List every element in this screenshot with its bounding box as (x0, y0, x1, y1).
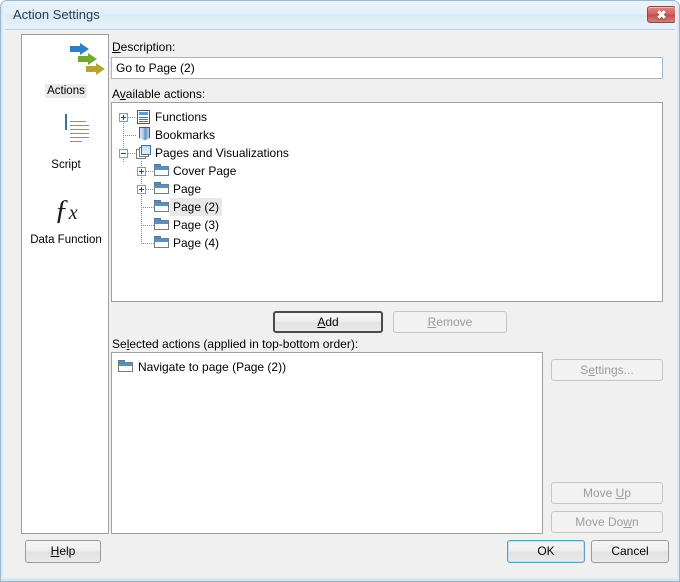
description-input[interactable] (111, 57, 663, 79)
tree-item-page[interactable]: Page (154, 180, 204, 198)
tree-connector (146, 171, 154, 172)
tree-expander-cover-page[interactable] (137, 167, 146, 176)
move-down-button-label: Move Down (575, 515, 639, 529)
sidebar-item-script-label: Script (51, 159, 81, 171)
bookmark-icon (136, 127, 152, 144)
fx-function-icon: ƒx (54, 194, 78, 226)
tree-item-page-4[interactable]: Page (4) (154, 234, 222, 252)
tree-connector (146, 189, 154, 190)
tree-item-cover-page[interactable]: Cover Page (154, 162, 239, 180)
tree-connector (123, 135, 136, 136)
cancel-button[interactable]: Cancel (591, 540, 669, 563)
remove-button-label: Remove (427, 315, 473, 329)
folder-icon (154, 218, 170, 235)
tree-item-label: Bookmarks (155, 128, 216, 142)
sidebar-item-data-function-label: Data Function (30, 234, 102, 246)
close-icon: ✖ (656, 8, 667, 22)
tree-item-label: Page (3) (173, 218, 220, 232)
sidebar-item-data-function[interactable]: ƒx Data Function (22, 190, 110, 247)
tree-item-functions[interactable]: Functions (136, 108, 210, 126)
tree-connector (128, 153, 136, 154)
tree-item-label: Functions (155, 110, 208, 124)
list-item[interactable]: Navigate to page (Page (2)) (118, 358, 286, 376)
tree-item-label: Cover Page (173, 164, 237, 178)
help-button-label: Help (50, 544, 76, 558)
folder-icon (154, 182, 170, 199)
selected-actions-list[interactable]: Navigate to page (Page (2)) (111, 352, 543, 534)
available-actions-label: Available actions: (112, 87, 206, 101)
move-up-button[interactable]: Move Up (551, 482, 663, 504)
folder-icon (118, 360, 134, 377)
tree-item-bookmarks[interactable]: Bookmarks (136, 126, 218, 144)
tree-item-label: Pages and Visualizations (155, 146, 289, 160)
tree-item-label: Page (4) (173, 236, 220, 250)
dialog-client-area: Actions Script ƒx Data Function Descript… (5, 30, 677, 578)
title-bar: Action Settings ✖ (1, 1, 679, 30)
window-title: Action Settings (13, 7, 100, 22)
pages-icon (136, 145, 152, 162)
tree-connector (141, 243, 154, 244)
folder-icon (154, 236, 170, 253)
tree-item-label: Page (2) (170, 198, 223, 216)
move-down-button[interactable]: Move Down (551, 511, 663, 533)
category-nav-panel: Actions Script ƒx Data Function (21, 34, 109, 534)
tree-connector (128, 117, 136, 118)
sidebar-item-actions-label: Actions (45, 84, 87, 98)
available-actions-tree[interactable]: Functions Bookmarks Pages and Visualizat… (111, 102, 663, 302)
tree-expander-page[interactable] (137, 185, 146, 194)
tree-item-pages-and-visualizations[interactable]: Pages and Visualizations (136, 144, 292, 162)
ok-button[interactable]: OK (507, 540, 585, 563)
cancel-button-label: Cancel (611, 544, 649, 558)
folder-icon (154, 200, 170, 217)
tree-connector (141, 233, 142, 244)
tree-item-page-2[interactable]: Page (2) (154, 198, 223, 217)
selected-actions-label: Selected actions (applied in top-bottom … (112, 337, 359, 351)
tree-connector (141, 207, 154, 208)
add-button[interactable]: Add (273, 311, 383, 333)
script-document-icon (22, 114, 110, 157)
tree-item-page-3[interactable]: Page (3) (154, 216, 222, 234)
description-label: Description: (112, 40, 176, 54)
tree-item-label: Page (173, 182, 202, 196)
remove-button[interactable]: Remove (393, 311, 507, 333)
move-up-button-label: Move Up (582, 486, 632, 500)
action-settings-dialog: Action Settings ✖ Actions Script ƒx Data… (0, 0, 680, 582)
functions-icon (136, 110, 152, 126)
sidebar-item-script[interactable]: Script (22, 114, 110, 172)
ok-button-label: OK (537, 544, 555, 558)
settings-button[interactable]: Settings... (551, 359, 663, 381)
help-button[interactable]: Help (25, 540, 101, 563)
tree-connector (141, 225, 154, 226)
close-button[interactable]: ✖ (647, 6, 676, 23)
tree-expander-functions[interactable] (119, 113, 128, 122)
list-item-label: Navigate to page (Page (2)) (138, 360, 287, 374)
actions-arrows-icon (22, 41, 110, 83)
sidebar-item-actions[interactable]: Actions (22, 41, 110, 98)
folder-icon (154, 164, 170, 181)
settings-button-label: Settings... (580, 363, 634, 377)
add-button-label: Add (317, 315, 339, 329)
tree-expander-pages[interactable] (119, 149, 128, 158)
